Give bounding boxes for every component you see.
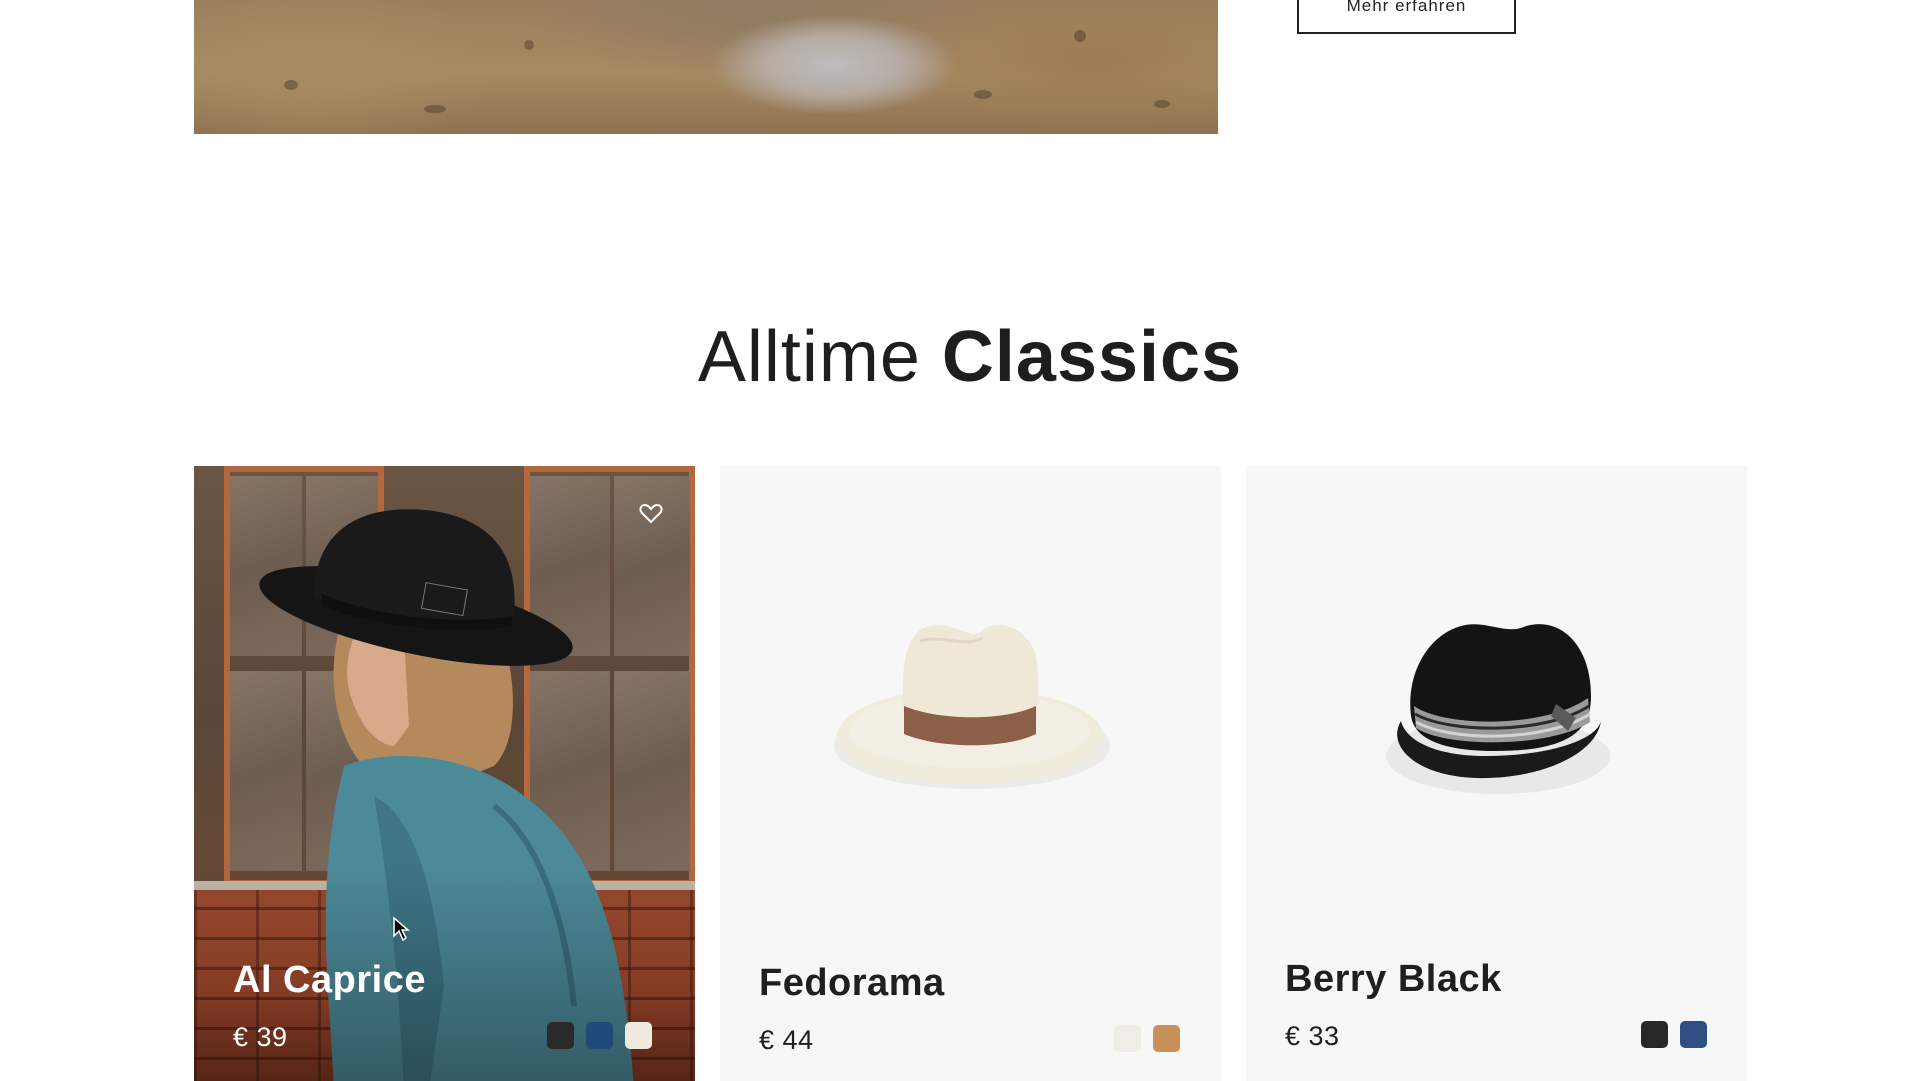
black-trilby-hat-image — [1386, 624, 1610, 794]
color-swatches — [547, 1022, 652, 1049]
color-swatch-blue[interactable] — [586, 1022, 613, 1049]
product-name[interactable]: Al Caprice — [233, 959, 426, 1002]
banner-image — [194, 0, 1218, 134]
color-swatch-cream[interactable] — [625, 1022, 652, 1049]
product-price: € 39 — [233, 1022, 288, 1052]
product-price: € 33 — [1285, 1021, 1340, 1051]
section-title-bold: Classics — [941, 317, 1243, 397]
product-card-fedorama[interactable]: Fedorama € 44 — [720, 466, 1221, 1081]
section-title-light: Alltime — [697, 317, 921, 397]
product-card-berry-black[interactable]: Berry Black € 33 — [1246, 466, 1747, 1081]
section-title: Alltime Classics — [0, 312, 1920, 402]
more-info-button[interactable]: Mehr erfahren — [1297, 0, 1516, 34]
color-swatch-black[interactable] — [547, 1022, 574, 1049]
color-swatches — [1641, 1021, 1707, 1048]
color-swatch-tan[interactable] — [1153, 1025, 1180, 1052]
fedora-hat-image — [834, 625, 1110, 789]
color-swatch-cream[interactable] — [1114, 1025, 1141, 1052]
color-swatch-black[interactable] — [1641, 1021, 1668, 1048]
page: Mehr erfahren Alltime Classics Al Capric… — [0, 0, 1920, 1081]
product-name[interactable]: Fedorama — [759, 962, 945, 1005]
mouse-cursor-icon — [392, 916, 411, 947]
product-name[interactable]: Berry Black — [1285, 958, 1502, 1001]
product-price: € 44 — [759, 1025, 814, 1055]
color-swatch-blue[interactable] — [1680, 1021, 1707, 1048]
product-card-al-caprice[interactable]: Al Caprice € 39 — [194, 466, 695, 1081]
heart-icon[interactable] — [639, 502, 663, 529]
color-swatches — [1114, 1025, 1180, 1052]
